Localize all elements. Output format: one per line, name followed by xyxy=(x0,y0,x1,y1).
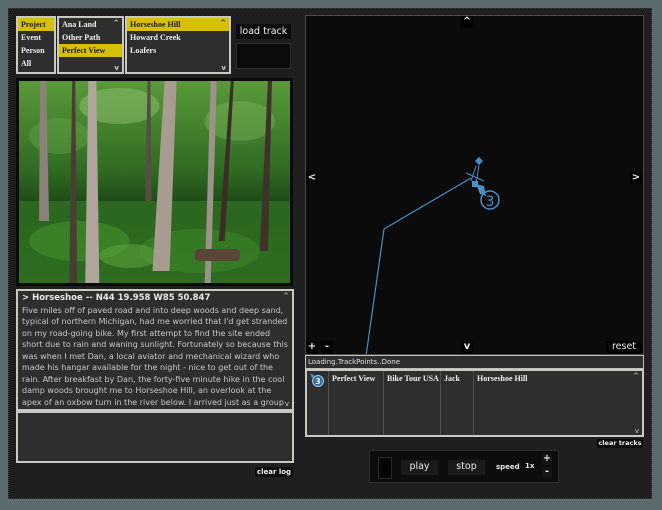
track-crosshair-line xyxy=(470,165,477,182)
track-layer: 3 xyxy=(365,157,500,354)
category-item-event[interactable]: Event xyxy=(18,31,54,44)
category-item-all[interactable]: All xyxy=(18,57,54,70)
play-button[interactable]: play xyxy=(401,460,438,475)
log-box[interactable] xyxy=(16,411,294,463)
speed-label: speed xyxy=(496,463,520,471)
speed-up-button[interactable]: + xyxy=(542,454,552,465)
entry-scroll-up-button[interactable]: ^ xyxy=(220,19,226,27)
entry-photo xyxy=(16,78,293,286)
entry-item-howard-creek[interactable]: Howard Creek xyxy=(127,31,229,44)
entry-item-loafers[interactable]: Loafers xyxy=(127,44,229,57)
track-path xyxy=(365,177,472,354)
speed-down-button[interactable]: - xyxy=(542,467,552,478)
load-track-indicator xyxy=(236,43,291,69)
track-marker-icon: 3 xyxy=(310,373,324,387)
track-table[interactable]: 3 Perfect View Bike Tour USA Jack Horses… xyxy=(305,369,644,437)
load-track-button[interactable]: load track xyxy=(236,24,291,39)
track-marker-cell[interactable]: 3 xyxy=(307,371,329,435)
track-number-label: 3 xyxy=(486,194,495,210)
entry-item-horseshoe-hill[interactable]: Horseshoe Hill xyxy=(127,18,229,31)
clear-log-button[interactable]: clear log xyxy=(255,467,293,477)
track-marker-number: 3 xyxy=(315,377,321,386)
project-scroll-down-button[interactable]: v xyxy=(114,64,119,72)
pan-left-button[interactable]: < xyxy=(306,172,318,184)
entry-text-scroll-up-button[interactable]: ^ xyxy=(283,292,289,300)
project-item-perfect-view[interactable]: Perfect View xyxy=(59,44,122,57)
track-event-cell[interactable]: Bike Tour USA xyxy=(384,371,441,435)
pan-right-button[interactable]: > xyxy=(630,172,642,184)
tracks-scroll-down-button[interactable]: v xyxy=(635,427,639,435)
category-item-project[interactable]: Project xyxy=(18,18,54,31)
entry-list[interactable]: Horseshoe Hill Howard Creek Loafers ^ v xyxy=(125,16,231,74)
project-scroll-up-button[interactable]: ^ xyxy=(113,19,119,27)
category-item-person[interactable]: Person xyxy=(18,44,54,57)
map-view[interactable]: 3 ^ < > v + - reset xyxy=(305,15,644,355)
stop-button[interactable]: stop xyxy=(448,460,485,475)
clear-tracks-button[interactable]: clear tracks xyxy=(597,439,643,448)
track-project-cell[interactable]: Perfect View xyxy=(329,371,384,435)
map-reset-button[interactable]: reset xyxy=(606,341,642,354)
forest-photo-image xyxy=(19,81,290,283)
status-bar: Loading.TrackPoints..Done xyxy=(305,355,644,369)
project-item-other-path[interactable]: Other Path xyxy=(59,31,122,44)
entry-text-panel[interactable]: > Horseshoe -- N44 19.958 W85 50.847 Fiv… xyxy=(16,289,294,411)
tracks-scroll-up-button[interactable]: ^ xyxy=(633,372,639,380)
track-start-marker xyxy=(475,157,483,165)
zoom-in-button[interactable]: + xyxy=(306,341,318,354)
pan-up-button[interactable]: ^ xyxy=(461,16,473,28)
entry-text-header: > Horseshoe -- N44 19.958 W85 50.847 xyxy=(22,293,211,303)
zoom-out-button[interactable]: - xyxy=(321,341,333,354)
pan-down-button[interactable]: v xyxy=(461,341,473,354)
map-canvas[interactable]: 3 xyxy=(306,16,644,355)
project-list[interactable]: Ana Land Other Path Perfect View ^ v xyxy=(57,16,124,74)
track-entry-cell[interactable]: Horseshoe Hill xyxy=(474,371,642,435)
track-person-cell[interactable]: Jack xyxy=(441,371,474,435)
playback-bar: play stop speed 1x + - xyxy=(369,450,559,483)
speed-value: 1x xyxy=(525,462,535,470)
entry-text-body: Five miles off of paved road and into de… xyxy=(22,305,288,407)
category-list[interactable]: Project Event Person All xyxy=(16,16,56,74)
marker-pointer xyxy=(476,184,486,196)
playback-indicator xyxy=(378,457,392,479)
entry-text-scroll-down-button[interactable]: v xyxy=(285,400,289,408)
entry-scroll-down-button[interactable]: v xyxy=(221,64,226,72)
